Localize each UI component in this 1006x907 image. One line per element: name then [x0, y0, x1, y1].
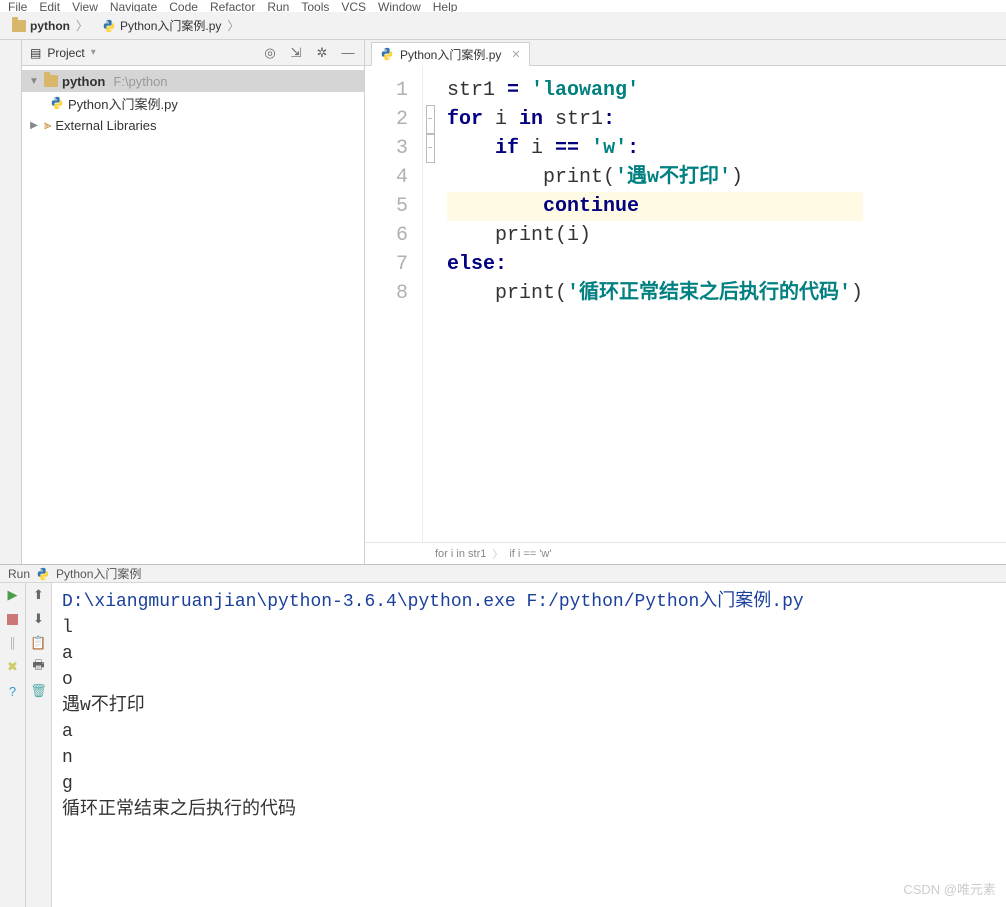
menu-view[interactable]: View — [72, 0, 98, 12]
breadcrumb-file[interactable]: Python入门案例.py 〉 — [96, 15, 245, 36]
console-line: o — [62, 667, 996, 693]
chevron-right-icon: 〉 — [76, 17, 88, 34]
hide-icon[interactable]: — — [340, 45, 356, 61]
console-line: 循环正常结束之后执行的代码 — [62, 797, 996, 823]
gear-icon[interactable]: ✲ — [314, 45, 330, 61]
expand-arrow-icon[interactable]: ▼ — [28, 76, 40, 87]
collapse-icon[interactable]: ⇲ — [288, 45, 304, 61]
run-toolbar-secondary: ⬆ ⬇ 📋 🖶 🗑 — [26, 583, 52, 907]
editor-tabs: Python入门案例.py ✕ — [365, 40, 1006, 66]
menu-window[interactable]: Window — [378, 0, 421, 12]
close-icon[interactable]: ✕ — [511, 48, 520, 61]
folder-icon — [12, 20, 26, 32]
run-header: Run Python入门案例 — [0, 565, 1006, 583]
main-menu[interactable]: File Edit View Navigate Code Refactor Run Tools… — [0, 0, 1006, 12]
run-tool-window: Run Python入门案例 ▶ ∥ ✖ ? ⬆ ⬇ 📋 🖶 🗑 D:\xian… — [0, 564, 1006, 854]
library-icon: ⫸ — [44, 117, 51, 133]
run-toolbar-primary: ▶ ∥ ✖ ? — [0, 583, 26, 907]
menu-refactor[interactable]: Refactor — [210, 0, 255, 12]
rerun-icon[interactable]: ▶ — [5, 587, 21, 603]
menu-vcs[interactable]: VCS — [341, 0, 366, 12]
python-file-icon — [102, 19, 116, 33]
tree-file-item[interactable]: Python入门案例.py — [22, 92, 364, 114]
console-line: l — [62, 615, 996, 641]
editor-crumb[interactable]: for i in str1 — [435, 548, 486, 560]
editor-area: Python入门案例.py ✕ 12345678 −− str1 = 'laow… — [365, 40, 1006, 564]
help-icon[interactable]: ? — [5, 683, 21, 699]
menu-help[interactable]: Help — [433, 0, 458, 12]
expand-arrow-icon[interactable]: ▶ — [28, 120, 40, 131]
up-icon[interactable]: ⬆ — [31, 587, 47, 603]
python-file-icon — [36, 567, 50, 581]
tree-project-root[interactable]: ▼ python F:\python — [22, 70, 364, 92]
down-icon[interactable]: ⬇ — [31, 611, 47, 627]
project-title[interactable]: Project — [47, 46, 84, 60]
run-config-label[interactable]: Python入门案例 — [56, 565, 141, 582]
close-icon[interactable]: ✖ — [5, 659, 21, 675]
watermark: CSDN @唯元素 — [903, 877, 996, 903]
tree-file-label: Python入门案例.py — [68, 94, 178, 113]
menu-navigate[interactable]: Navigate — [110, 0, 157, 12]
editor-breadcrumbs[interactable]: for i in str1〉if i == 'w' — [365, 542, 1006, 564]
line-number-gutter: 12345678 — [365, 66, 423, 542]
code-editor[interactable]: 12345678 −− str1 = 'laowang'for i in str… — [365, 66, 1006, 542]
console-line: a — [62, 719, 996, 745]
console-line: g — [62, 771, 996, 797]
tree-root-path: F:\python — [113, 74, 167, 89]
menu-edit[interactable]: Edit — [39, 0, 60, 12]
menu-tools[interactable]: Tools — [301, 0, 329, 12]
pause-icon[interactable]: ∥ — [5, 635, 21, 651]
tree-root-label: python — [62, 74, 105, 89]
menu-run[interactable]: Run — [267, 0, 289, 12]
python-file-icon — [380, 47, 394, 61]
code-content[interactable]: str1 = 'laowang'for i in str1: if i == '… — [437, 66, 863, 542]
scroll-target-icon[interactable]: ◎ — [262, 45, 278, 61]
tree-libs-label: External Libraries — [55, 118, 156, 133]
breadcrumb-file-label: Python入门案例.py — [120, 17, 221, 34]
left-tool-strip — [0, 40, 22, 564]
console-line: 遇w不打印 — [62, 693, 996, 719]
stop-icon[interactable] — [5, 611, 21, 627]
project-tool-window: ▤ Project ▾ ◎ ⇲ ✲ — ▼ python F:\python P… — [22, 40, 365, 564]
console-command: D:\xiangmuruanjian\python-3.6.4\python.e… — [62, 589, 996, 615]
console-line: n — [62, 745, 996, 771]
console-output[interactable]: D:\xiangmuruanjian\python-3.6.4\python.e… — [52, 583, 1006, 907]
wrap-icon[interactable]: 📋 — [31, 635, 47, 651]
fold-gutter[interactable]: −− — [423, 66, 437, 542]
project-tree[interactable]: ▼ python F:\python Python入门案例.py ▶ ⫸ Ext… — [22, 66, 364, 140]
python-file-icon — [50, 96, 64, 110]
editor-tab[interactable]: Python入门案例.py ✕ — [371, 42, 530, 66]
menu-code[interactable]: Code — [169, 0, 198, 12]
breadcrumb-root[interactable]: python 〉 — [6, 15, 94, 36]
navigation-bar: python 〉 Python入门案例.py 〉 — [0, 12, 1006, 40]
tree-external-libs[interactable]: ▶ ⫸ External Libraries — [22, 114, 364, 136]
editor-tab-label: Python入门案例.py — [400, 46, 501, 63]
editor-crumb[interactable]: if i == 'w' — [509, 548, 551, 560]
trash-icon[interactable]: 🗑 — [31, 683, 47, 699]
menu-file[interactable]: File — [8, 0, 27, 12]
breadcrumb-root-label: python — [30, 19, 70, 33]
print-icon[interactable]: 🖶 — [31, 659, 47, 675]
console-line: a — [62, 641, 996, 667]
dropdown-icon[interactable]: ▾ — [91, 47, 96, 58]
folder-icon — [44, 75, 58, 87]
chevron-right-icon: 〉 — [227, 17, 239, 34]
project-view-icon: ▤ — [30, 46, 41, 60]
project-header: ▤ Project ▾ ◎ ⇲ ✲ — — [22, 40, 364, 66]
run-title: Run — [8, 567, 30, 581]
